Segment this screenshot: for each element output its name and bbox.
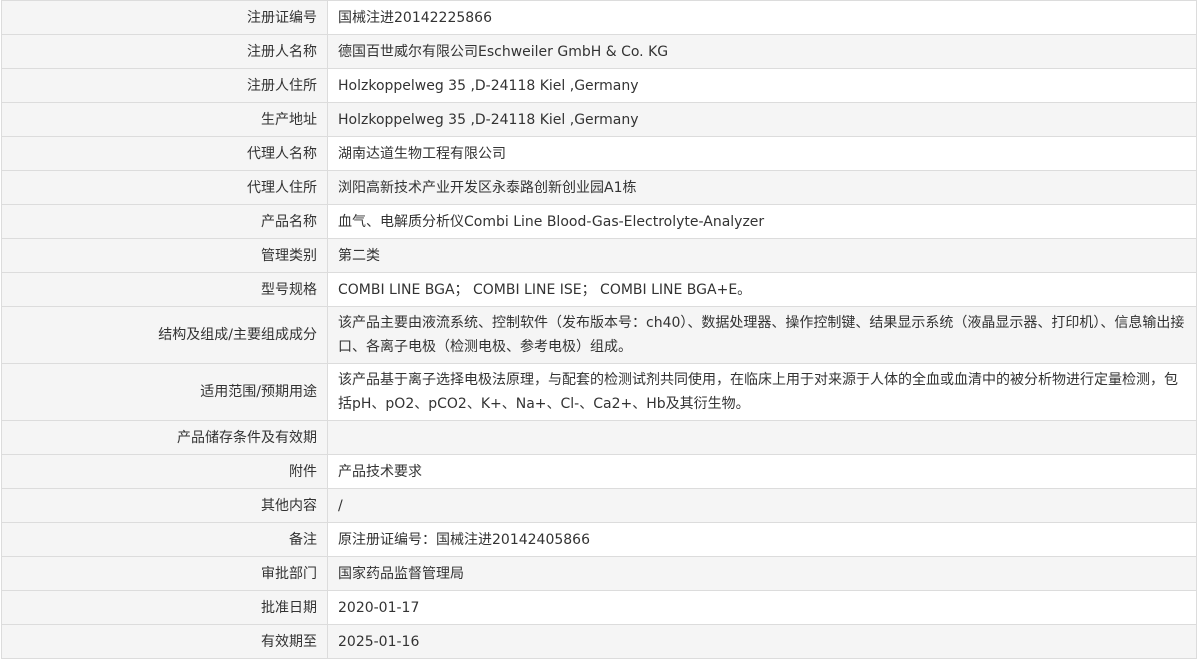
- row-approval-date: 批准日期 2020-01-17: [1, 590, 1197, 625]
- field-value: 国家药品监督管理局: [327, 556, 1197, 591]
- field-label: 产品名称: [1, 204, 328, 239]
- field-label: 适用范围/预期用途: [1, 363, 328, 421]
- row-attachment: 附件 产品技术要求: [1, 454, 1197, 489]
- field-label: 批准日期: [1, 590, 328, 625]
- row-registrant-address: 注册人住所 Holzkoppelweg 35 ,D-24118 Kiel ,Ge…: [1, 68, 1197, 103]
- field-label: 生产地址: [1, 102, 328, 137]
- field-label: 注册证编号: [1, 0, 328, 35]
- field-label: 其他内容: [1, 488, 328, 523]
- field-value: 该产品基于离子选择电极法原理，与配套的检测试剂共同使用，在临床上用于对来源于人体…: [327, 363, 1197, 421]
- field-label: 型号规格: [1, 272, 328, 307]
- row-agent-address: 代理人住所 浏阳高新技术产业开发区永泰路创新创业园A1栋: [1, 170, 1197, 205]
- field-label: 产品储存条件及有效期: [1, 420, 328, 455]
- registration-record-table: 注册证编号 国械注进20142225866 注册人名称 德国百世威尔有限公司Es…: [1, 0, 1197, 659]
- field-label: 附件: [1, 454, 328, 489]
- row-model-specification: 型号规格 COMBI LINE BGA； COMBI LINE ISE； COM…: [1, 272, 1197, 307]
- field-value: 2020-01-17: [327, 590, 1197, 625]
- field-label: 备注: [1, 522, 328, 557]
- field-label: 有效期至: [1, 624, 328, 659]
- field-label: 代理人名称: [1, 136, 328, 171]
- row-agent-name: 代理人名称 湖南达道生物工程有限公司: [1, 136, 1197, 171]
- field-value: 浏阳高新技术产业开发区永泰路创新创业园A1栋: [327, 170, 1197, 205]
- field-label: 代理人住所: [1, 170, 328, 205]
- row-product-name: 产品名称 血气、电解质分析仪Combi Line Blood-Gas-Elect…: [1, 204, 1197, 239]
- field-value: Holzkoppelweg 35 ,D-24118 Kiel ,Germany: [327, 68, 1197, 103]
- field-value: 第二类: [327, 238, 1197, 273]
- field-value: 2025-01-16: [327, 624, 1197, 659]
- row-registration-number: 注册证编号 国械注进20142225866: [1, 0, 1197, 35]
- row-structure-composition: 结构及组成/主要组成成分 该产品主要由液流系统、控制软件（发布版本号：ch40）…: [1, 306, 1197, 364]
- row-registrant-name: 注册人名称 德国百世威尔有限公司Eschweiler GmbH & Co. KG: [1, 34, 1197, 69]
- row-valid-until: 有效期至 2025-01-16: [1, 624, 1197, 659]
- row-management-category: 管理类别 第二类: [1, 238, 1197, 273]
- row-storage-validity: 产品储存条件及有效期: [1, 420, 1197, 455]
- field-value: Holzkoppelweg 35 ,D-24118 Kiel ,Germany: [327, 102, 1197, 137]
- field-value: /: [327, 488, 1197, 523]
- field-label: 管理类别: [1, 238, 328, 273]
- field-value: 德国百世威尔有限公司Eschweiler GmbH & Co. KG: [327, 34, 1197, 69]
- row-production-address: 生产地址 Holzkoppelweg 35 ,D-24118 Kiel ,Ger…: [1, 102, 1197, 137]
- field-value: 湖南达道生物工程有限公司: [327, 136, 1197, 171]
- field-value: 血气、电解质分析仪Combi Line Blood-Gas-Electrolyt…: [327, 204, 1197, 239]
- field-value: 该产品主要由液流系统、控制软件（发布版本号：ch40）、数据处理器、操作控制键、…: [327, 306, 1197, 364]
- field-label: 注册人住所: [1, 68, 328, 103]
- field-value: 原注册证编号：国械注进20142405866: [327, 522, 1197, 557]
- field-label: 审批部门: [1, 556, 328, 591]
- row-intended-use: 适用范围/预期用途 该产品基于离子选择电极法原理，与配套的检测试剂共同使用，在临…: [1, 363, 1197, 421]
- field-value: 产品技术要求: [327, 454, 1197, 489]
- row-approval-department: 审批部门 国家药品监督管理局: [1, 556, 1197, 591]
- row-other-content: 其他内容 /: [1, 488, 1197, 523]
- field-label: 结构及组成/主要组成成分: [1, 306, 328, 364]
- field-value: 国械注进20142225866: [327, 0, 1197, 35]
- field-value: COMBI LINE BGA； COMBI LINE ISE； COMBI LI…: [327, 272, 1197, 307]
- field-value: [327, 420, 1197, 455]
- field-label: 注册人名称: [1, 34, 328, 69]
- row-remarks: 备注 原注册证编号：国械注进20142405866: [1, 522, 1197, 557]
